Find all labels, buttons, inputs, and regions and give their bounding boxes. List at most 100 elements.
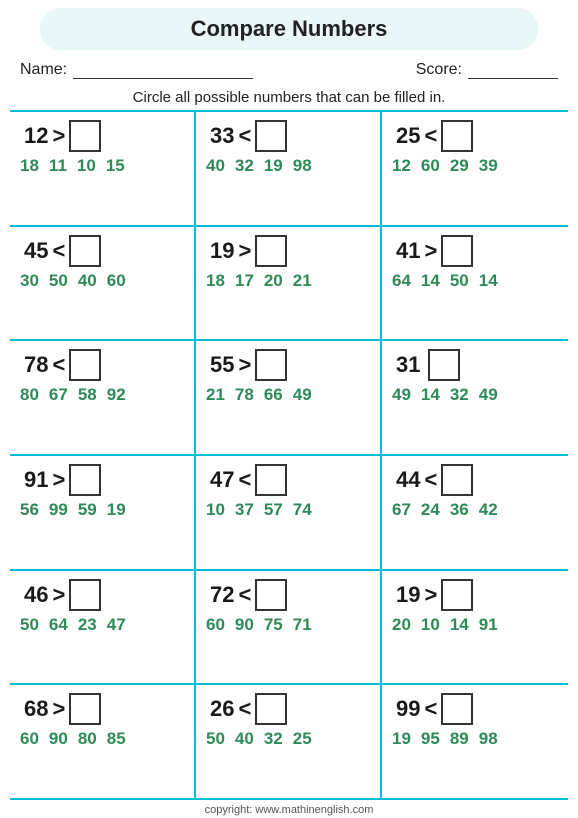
choice-15-2[interactable]: 80 [78,729,97,749]
answer-box-12[interactable] [69,579,101,611]
choice-1-1[interactable]: 32 [235,156,254,176]
choice-8-1[interactable]: 14 [421,385,440,405]
choice-4-1[interactable]: 17 [235,271,254,291]
choice-11-2[interactable]: 36 [450,500,469,520]
title-bar: Compare Numbers [40,8,538,50]
choice-7-2[interactable]: 66 [264,385,283,405]
choice-14-0[interactable]: 20 [392,615,411,635]
choice-13-2[interactable]: 75 [264,615,283,635]
choice-3-2[interactable]: 40 [78,271,97,291]
choice-16-0[interactable]: 50 [206,729,225,749]
choice-5-2[interactable]: 50 [450,271,469,291]
choice-4-3[interactable]: 21 [293,271,312,291]
expr-number-3: 45 [24,238,48,264]
choices-row-0: 18 11 10 15 [16,156,125,176]
choice-13-3[interactable]: 71 [293,615,312,635]
choice-2-3[interactable]: 39 [479,156,498,176]
choice-9-2[interactable]: 59 [78,500,97,520]
choice-5-0[interactable]: 64 [392,271,411,291]
choice-9-0[interactable]: 56 [20,500,39,520]
choice-9-1[interactable]: 99 [49,500,68,520]
answer-box-15[interactable] [69,693,101,725]
choice-0-2[interactable]: 10 [77,156,96,176]
choice-10-1[interactable]: 37 [235,500,254,520]
answer-box-16[interactable] [255,693,287,725]
choice-16-3[interactable]: 25 [293,729,312,749]
answer-box-7[interactable] [255,349,287,381]
choice-7-3[interactable]: 49 [293,385,312,405]
choice-17-0[interactable]: 19 [392,729,411,749]
choice-11-0[interactable]: 67 [392,500,411,520]
expr-number-7: 55 [210,352,234,378]
choice-0-1[interactable]: 11 [49,156,67,176]
choice-3-1[interactable]: 50 [49,271,68,291]
choice-4-2[interactable]: 20 [264,271,283,291]
choice-4-0[interactable]: 18 [206,271,225,291]
answer-box-10[interactable] [255,464,287,496]
choice-17-1[interactable]: 95 [421,729,440,749]
choice-11-1[interactable]: 24 [421,500,440,520]
choice-15-0[interactable]: 60 [20,729,39,749]
score-field[interactable] [468,60,558,79]
answer-box-11[interactable] [441,464,473,496]
choice-6-0[interactable]: 80 [20,385,39,405]
choice-17-3[interactable]: 98 [479,729,498,749]
problem-cell-15: 68>60908085 [10,685,196,800]
choices-row-16: 50 40 32 25 [202,729,312,749]
choice-15-1[interactable]: 90 [49,729,68,749]
choice-0-3[interactable]: 15 [106,156,125,176]
choice-8-2[interactable]: 32 [450,385,469,405]
choice-6-2[interactable]: 58 [78,385,97,405]
answer-box-5[interactable] [441,235,473,267]
choice-5-1[interactable]: 14 [421,271,440,291]
choice-16-1[interactable]: 40 [235,729,254,749]
choice-14-2[interactable]: 14 [450,615,469,635]
choice-15-3[interactable]: 85 [107,729,126,749]
answer-box-0[interactable] [69,120,101,152]
choice-7-0[interactable]: 21 [206,385,225,405]
answer-box-14[interactable] [441,579,473,611]
problem-cell-12: 46>50642347 [10,571,196,686]
choice-8-3[interactable]: 49 [479,385,498,405]
choice-8-0[interactable]: 49 [392,385,411,405]
answer-box-9[interactable] [69,464,101,496]
answer-box-2[interactable] [441,120,473,152]
expr-number-12: 46 [24,582,48,608]
choice-11-3[interactable]: 42 [479,500,498,520]
choice-0-0[interactable]: 18 [20,156,39,176]
answer-box-4[interactable] [255,235,287,267]
choice-10-3[interactable]: 74 [293,500,312,520]
choice-3-3[interactable]: 60 [107,271,126,291]
choice-6-1[interactable]: 67 [49,385,68,405]
choice-1-3[interactable]: 98 [293,156,312,176]
choice-13-1[interactable]: 90 [235,615,254,635]
choice-7-1[interactable]: 78 [235,385,254,405]
answer-box-6[interactable] [69,349,101,381]
answer-box-13[interactable] [255,579,287,611]
answer-box-17[interactable] [441,693,473,725]
answer-box-3[interactable] [69,235,101,267]
choice-6-3[interactable]: 92 [107,385,126,405]
answer-box-1[interactable] [255,120,287,152]
choice-9-3[interactable]: 19 [107,500,126,520]
choice-16-2[interactable]: 32 [264,729,283,749]
choice-1-0[interactable]: 40 [206,156,225,176]
choice-14-3[interactable]: 91 [479,615,498,635]
choice-1-2[interactable]: 19 [264,156,283,176]
choice-2-2[interactable]: 29 [450,156,469,176]
answer-box-8[interactable] [428,349,460,381]
choice-5-3[interactable]: 14 [479,271,498,291]
choice-10-2[interactable]: 57 [264,500,283,520]
choice-12-2[interactable]: 23 [78,615,97,635]
choice-12-3[interactable]: 47 [107,615,126,635]
choice-10-0[interactable]: 10 [206,500,225,520]
choice-14-1[interactable]: 10 [421,615,440,635]
choice-2-0[interactable]: 12 [392,156,411,176]
name-field[interactable] [73,60,253,79]
choice-12-1[interactable]: 64 [49,615,68,635]
choice-13-0[interactable]: 60 [206,615,225,635]
choice-3-0[interactable]: 30 [20,271,39,291]
choice-12-0[interactable]: 50 [20,615,39,635]
choice-2-1[interactable]: 60 [421,156,440,176]
choice-17-2[interactable]: 89 [450,729,469,749]
